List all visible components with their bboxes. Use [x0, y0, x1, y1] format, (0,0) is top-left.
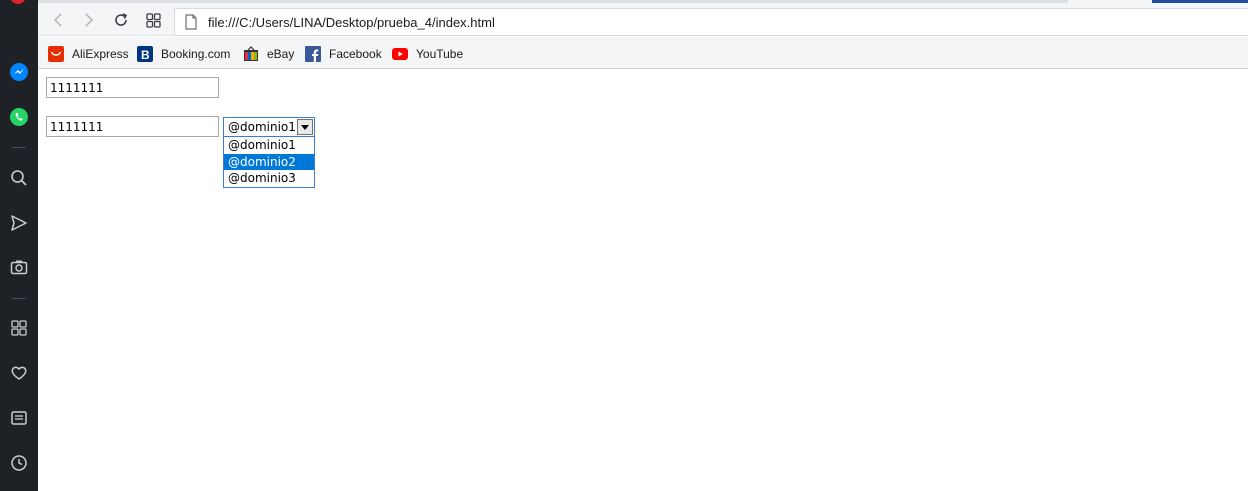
sidebar-separator	[12, 298, 26, 299]
bookmark-label: YouTube	[416, 47, 464, 61]
reload-button[interactable]	[111, 10, 131, 30]
bookmarks-bar: AliExpress B Booking.com eBay Facebook Y…	[38, 37, 1248, 69]
text-input-2[interactable]	[46, 116, 219, 137]
heart-icon[interactable]	[7, 361, 31, 385]
url-text[interactable]: file:///C:/Users/LINA/Desktop/prueba_4/i…	[208, 15, 495, 30]
tabs-grid-button[interactable]	[143, 10, 163, 30]
opera-logo-icon[interactable]	[10, 0, 26, 4]
svg-text:B: B	[141, 48, 150, 62]
bookmark-youtube[interactable]: YouTube	[392, 45, 463, 63]
messenger-icon[interactable]	[7, 60, 31, 84]
page-content: @dominio1 @dominio1 @dominio2 @dominio3	[38, 70, 1248, 491]
active-tab-indicator[interactable]	[1152, 0, 1248, 3]
send-icon[interactable]	[7, 211, 31, 235]
address-bar[interactable]: file:///C:/Users/LINA/Desktop/prueba_4/i…	[174, 8, 1248, 36]
ebay-icon	[243, 46, 259, 62]
tab-strip	[38, 0, 1068, 3]
text-input-1[interactable]	[46, 77, 219, 98]
back-button[interactable]	[48, 10, 68, 30]
bookmark-facebook[interactable]: Facebook	[305, 45, 382, 63]
bookmark-aliexpress[interactable]: AliExpress	[48, 45, 129, 63]
bookmark-ebay[interactable]: eBay	[243, 45, 294, 63]
camera-icon[interactable]	[7, 255, 31, 279]
domain-select-value: @dominio1	[228, 120, 296, 134]
whatsapp-icon[interactable]	[7, 105, 31, 129]
youtube-icon	[392, 46, 408, 62]
aliexpress-icon	[48, 46, 64, 62]
forward-button[interactable]	[79, 10, 99, 30]
sidebar	[0, 0, 38, 491]
bookmark-label: eBay	[267, 47, 295, 61]
sidebar-separator	[12, 147, 26, 148]
domain-select[interactable]: @dominio1	[223, 117, 315, 137]
news-icon[interactable]	[7, 406, 31, 430]
history-icon[interactable]	[7, 451, 31, 475]
domain-option[interactable]: @dominio3	[224, 170, 314, 187]
search-icon[interactable]	[7, 166, 31, 190]
facebook-icon	[305, 46, 321, 62]
page-icon	[184, 14, 198, 30]
domain-option[interactable]: @dominio1	[224, 137, 314, 154]
bookmark-booking[interactable]: B Booking.com	[137, 45, 230, 63]
bookmark-label: AliExpress	[72, 47, 129, 61]
chevron-down-icon[interactable]	[297, 119, 313, 135]
booking-icon: B	[137, 46, 153, 62]
bookmark-label: Facebook	[329, 47, 382, 61]
bookmark-label: Booking.com	[161, 47, 231, 61]
domain-option-highlighted[interactable]: @dominio2	[224, 153, 314, 170]
apps-grid-icon[interactable]	[7, 316, 31, 340]
domain-dropdown-list: @dominio1 @dominio2 @dominio3	[223, 137, 315, 188]
